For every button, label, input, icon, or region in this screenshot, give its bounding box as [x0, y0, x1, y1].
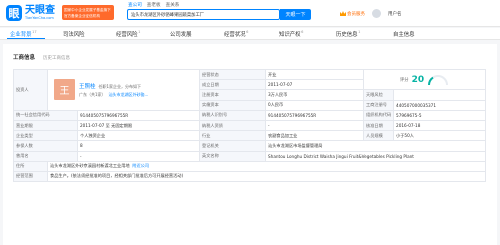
logo-domain: TianYanCha.com — [25, 15, 54, 20]
avatar[interactable] — [372, 9, 381, 18]
tab-judicial-risk[interactable]: 司法风险 — [63, 30, 85, 38]
legal-company-link[interactable]: 汕头市龙湖区外砂骆... — [109, 92, 149, 98]
legal-region: 广东（共1家） — [79, 91, 106, 97]
map-link[interactable]: 附近公司 — [132, 163, 149, 168]
credit-code-value: 91440507579696755R — [76, 109, 201, 121]
established-value: 2011-07-07 — [265, 79, 365, 91]
score-gauge-icon — [427, 73, 449, 86]
risk-label: 天眼风险 — [363, 89, 395, 101]
insured-value: 8 — [76, 140, 201, 152]
tax-no-value: 91440507579696755R — [265, 109, 365, 121]
search-tabs: 查公司 查老板 查关系 — [128, 2, 179, 8]
tab-ip[interactable]: 知识产权6 — [279, 30, 303, 38]
insured-label: 参保人数 — [13, 140, 78, 152]
status-value: 开业 — [265, 68, 365, 81]
taxpayer-value: - — [265, 119, 365, 132]
en-name-value: Shantou Longhu District Waisha Jingui Fr… — [265, 150, 487, 162]
vip-service-link[interactable]: 会员服务 — [340, 11, 365, 17]
legal-label: 投资人 — [13, 69, 48, 111]
org-code-label: 组织机构代码 — [363, 109, 395, 121]
history-info-link[interactable]: 历史工商信息 — [43, 55, 70, 61]
logo-eye-icon: 眼 — [6, 5, 22, 21]
address-label: 住所 — [13, 160, 48, 172]
used-name-value: - — [76, 150, 201, 162]
taxpayer-label: 纳税人资质 — [199, 119, 267, 132]
reg-no-label: 工商注册号 — [363, 99, 395, 111]
status-label: 经营状态 — [199, 68, 267, 81]
credit-code-label: 统一社会信用代码 — [13, 109, 78, 121]
tab-background[interactable]: 企业背景17 — [10, 30, 37, 38]
authority-label: 登记机关 — [199, 140, 267, 152]
tax-no-label: 纳税人识别号 — [199, 109, 267, 121]
search-tab-company[interactable]: 查公司 — [128, 2, 142, 8]
card-title: 工商信息 — [13, 55, 36, 61]
capital-value: 3万人民币 — [265, 89, 365, 101]
term-value: 2011-07-07 至 无固定期限 — [76, 119, 201, 132]
authority-value: 汕头市龙湖区市场监督管理局 — [265, 140, 487, 152]
score-label: 评分 — [399, 77, 409, 83]
established-label: 成立日期 — [199, 79, 267, 91]
paid-value: 0人民币 — [265, 99, 365, 111]
reg-no-value: 440507000035371 — [393, 99, 487, 111]
address-value: 汕头市龙湖区外砂京溪园村新渡北工业用地 附近公司 — [46, 160, 487, 172]
scope-label: 经营范围 — [13, 170, 48, 183]
legal-tag: 任职1家企业，分布如下 — [98, 83, 142, 89]
business-info-table: 投资人 王 王照桂 任职1家企业，分布如下 广东（共1家） 汕头市龙湖区外砂骆.… — [13, 68, 487, 183]
legal-name-link[interactable]: 王照桂 — [79, 82, 96, 90]
legal-avatar: 王 — [54, 79, 75, 101]
section-nav: 企业背景17 司法风险 经营风险1 公司发展 经营状况6 知识产权6 历史信息1… — [0, 28, 500, 40]
search-input[interactable] — [128, 10, 279, 19]
scope-value: 食品生产。(依法须经批准的项目，经相关部门批准后方可开展经营活动) — [46, 170, 487, 183]
staff-label: 人员规模 — [363, 130, 395, 142]
top-bar: 眼 天眼查 TianYanCha.com 国家中小企业发展子基金旗下官方备案企业… — [0, 0, 500, 27]
business-info-card: 工商信息 历史工商信息 投资人 王 王照桂 任职1家企业，分布如下 广东（共1家… — [3, 44, 497, 245]
tab-history[interactable]: 历史信息1 — [336, 30, 360, 38]
industry-label: 行业 — [199, 130, 267, 142]
vip-label: 会员服务 — [347, 11, 365, 17]
risk-value[interactable] — [393, 89, 487, 101]
search-box — [127, 9, 280, 20]
user-name[interactable]: 用户名 — [388, 11, 402, 17]
type-value: 个人独资企业 — [76, 130, 201, 142]
approve-label: 核准日期 — [363, 119, 395, 132]
staff-value: 小于50人 — [393, 130, 487, 142]
type-label: 企业类型 — [13, 130, 78, 142]
term-label: 营业期限 — [13, 119, 78, 132]
tab-self-info[interactable]: 自主信息 — [393, 30, 415, 38]
search-button[interactable]: 天眼一下 — [280, 9, 311, 20]
search-tab-boss[interactable]: 查老板 — [147, 2, 161, 8]
approve-value: 2016-07-18 — [393, 119, 487, 132]
industry-value: 农副食品加工业 — [265, 130, 365, 142]
score-cell: 评分 20 — [363, 68, 487, 91]
tab-operation-risk[interactable]: 经营风险1 — [116, 30, 140, 38]
score-value: 20 — [411, 74, 425, 85]
search-tab-relation[interactable]: 查关系 — [166, 2, 180, 8]
logo-text: 天眼查 — [25, 4, 55, 16]
tab-development[interactable]: 公司发展 — [170, 30, 192, 38]
capital-label: 注册资本 — [199, 89, 267, 101]
en-name-label: 英文名称 — [199, 150, 267, 162]
legal-person-cell: 王 王照桂 任职1家企业，分布如下 广东（共1家） 汕头市龙湖区外砂骆... — [46, 69, 201, 111]
active-tab-underline — [7, 38, 45, 39]
crown-icon — [340, 11, 346, 16]
top-right-menu: 会员服务 用户名 — [340, 9, 402, 18]
slogan-badge: 国家中小企业发展子基金旗下官方备案企业征信机构 — [62, 5, 114, 20]
paid-label: 实缴资本 — [199, 99, 267, 111]
used-name-label: 曾用名 — [13, 150, 78, 162]
tab-operation-status[interactable]: 经营状况6 — [224, 30, 248, 38]
logo[interactable]: 眼 天眼查 TianYanCha.com — [6, 5, 55, 21]
org-code-value: 57969675-5 — [393, 109, 487, 121]
